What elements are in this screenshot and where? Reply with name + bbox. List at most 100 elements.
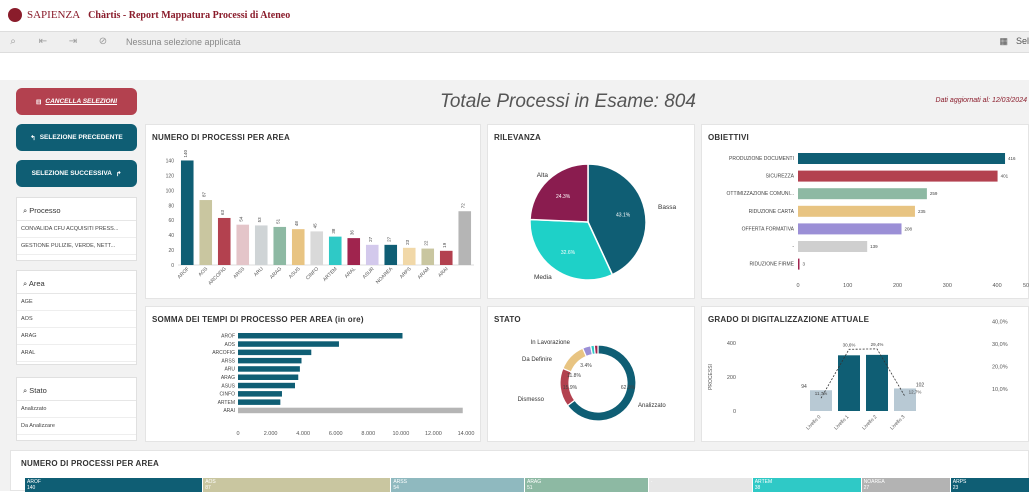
rilevanza-pie-chart[interactable]: 43.1% Bassa 32.6% Media 24.3% Alta bbox=[488, 125, 696, 300]
data-label: 27 bbox=[368, 236, 373, 242]
panel-title: GRADO DI DIGITALIZZAZIONE ATTUALE bbox=[708, 315, 870, 324]
stato-donut-chart[interactable]: Analizzato 62.9% Dismesso 15.9% Da Definire 1… bbox=[488, 307, 696, 443]
search-icon: ⌕ bbox=[23, 279, 28, 288]
treemap-cell[interactable]: ARSS 54 bbox=[391, 478, 525, 492]
filter-stato[interactable]: ⌕ Stato Analizzato Da Analizzare bbox=[16, 377, 137, 441]
x-tick-label: 300 bbox=[943, 283, 952, 289]
obiettivi-chart[interactable]: 0 100 200 300 400 50 PRODUZIONE DOCUMENTI 416 SI… bbox=[702, 125, 1029, 300]
x-tick-label: CINFO bbox=[305, 266, 320, 281]
selection-status: Nessuna selezione applicata bbox=[126, 37, 241, 47]
smart-search-icon[interactable]: ⌕ bbox=[6, 35, 20, 49]
x-tick-label: 200 bbox=[893, 283, 902, 289]
panel-treemap[interactable]: NUMERO DI PROCESSI PER AREA AROF 140 AOS 87… bbox=[10, 450, 1029, 492]
y-tick-label: ARAI bbox=[223, 408, 235, 414]
tempi-chart[interactable]: 0 2.000 4.000 6.000 8.000 10.000 12.000 14.000 A… bbox=[146, 307, 482, 443]
list-item[interactable]: AOS bbox=[17, 311, 136, 328]
previous-selection-button[interactable]: ↰ SELEZIONE PRECEDENTE bbox=[16, 124, 137, 151]
y-axis-label: PROCESSI bbox=[708, 364, 714, 390]
list-item[interactable]: Da Analizzare bbox=[17, 418, 136, 435]
slice-name-label: Dismesso bbox=[518, 397, 545, 403]
filter-area[interactable]: ⌕ Area AGE AOS ARAG ARAL bbox=[16, 270, 137, 365]
list-item[interactable]: CONVALIDA CFU ACQUISITI PRESS... bbox=[17, 221, 136, 238]
step-forward-icon[interactable]: ⇥ bbox=[66, 35, 80, 49]
x-tick-label: AROF bbox=[177, 266, 191, 280]
x-tick-label: 400 bbox=[992, 283, 1001, 289]
y-tick-label: SICUREZZA bbox=[766, 174, 795, 180]
list-item[interactable]: ARAL bbox=[17, 345, 136, 362]
bar bbox=[199, 200, 213, 265]
x-tick-label: NOAREA bbox=[375, 266, 395, 286]
treemap-cell[interactable]: ARPS 23 bbox=[950, 478, 1029, 492]
treemap-cell[interactable]: AROF 140 bbox=[25, 478, 204, 492]
selections-tool-button[interactable]: ▦ Sel bbox=[999, 36, 1029, 47]
clear-selections-button[interactable]: ⊟ CANCELLA SELEZIONI bbox=[16, 88, 137, 115]
y2-tick-label: 10,0% bbox=[992, 387, 1008, 393]
data-label: 63 bbox=[220, 209, 225, 215]
treemap-value: 38 bbox=[754, 485, 761, 491]
filter-processo-header[interactable]: ⌕ Processo bbox=[17, 198, 136, 221]
donut-slice bbox=[593, 344, 599, 355]
y-tick-label: 100 bbox=[166, 188, 175, 194]
data-label: 72 bbox=[461, 203, 466, 209]
sapienza-logo-icon bbox=[8, 8, 22, 22]
filter-processo[interactable]: ⌕ Processo CONVALIDA CFU ACQUISITI PRESS… bbox=[16, 197, 137, 261]
x-tick-label: 0 bbox=[236, 431, 239, 437]
bar bbox=[238, 374, 299, 380]
back-arrow-icon: ↰ bbox=[30, 134, 36, 142]
bar bbox=[238, 333, 403, 339]
percent-label: 11,7% bbox=[815, 391, 827, 396]
slice-percent-label: 43.1% bbox=[616, 212, 631, 218]
y-tick-label: 80 bbox=[168, 203, 174, 209]
percent-label: 12,7% bbox=[909, 389, 922, 394]
clear-selections-icon[interactable]: ⊘ bbox=[96, 35, 110, 49]
treemap-cell[interactable]: - bbox=[648, 478, 753, 492]
processi-area-chart[interactable]: 0 20 40 60 80 100 120 140 140 AROF 87 AOS 63 ARCOFIG 5… bbox=[146, 125, 482, 300]
x-tick-label: Livello 2 bbox=[861, 414, 878, 431]
bar bbox=[421, 248, 435, 265]
list-item[interactable]: GESTIONE PULIZIE, VERDE, NETT... bbox=[17, 238, 136, 255]
y-tick-label: OFFERTA FORMATIVA bbox=[742, 226, 795, 232]
bar bbox=[798, 205, 915, 217]
slice-percent-label: 15.9% bbox=[563, 385, 578, 391]
panel-tempi[interactable]: SOMMA DEI TEMPI DI PROCESSO PER AREA (in… bbox=[145, 306, 481, 442]
bar bbox=[273, 226, 287, 265]
treemap-cell[interactable]: ARAG 51 bbox=[524, 478, 649, 492]
panel-rilevanza[interactable]: RILEVANZA 43.1% Bassa 32.6% Media 24.3% Alta bbox=[487, 124, 695, 299]
x-tick-label: ARSS bbox=[232, 266, 246, 280]
treemap-value: 51 bbox=[526, 485, 533, 491]
panel-obiettivi[interactable]: OBIETTIVI 0 100 200 300 400 50 PRODUZIONE DOCU… bbox=[701, 124, 1029, 299]
y-tick-label: ARU bbox=[224, 367, 235, 373]
panel-title: RILEVANZA bbox=[494, 133, 541, 142]
y-tick-label: ARAG bbox=[221, 375, 235, 381]
digitalizzazione-chart[interactable]: 0 200 400 10,0% 20,0% 30,0% 40,0% PROCESSI Livel… bbox=[702, 307, 1029, 443]
x-tick-label: ARAG bbox=[269, 266, 283, 280]
y-tick-label: OTTIMIZZAZIONE COMUNI... bbox=[727, 191, 795, 197]
x-tick-label: ARCOFIG bbox=[207, 266, 227, 286]
panel-title: STATO bbox=[494, 315, 521, 324]
list-item[interactable]: AGE bbox=[17, 294, 136, 311]
list-item[interactable]: Analizzato bbox=[17, 401, 136, 418]
filter-area-header[interactable]: ⌕ Area bbox=[17, 271, 136, 294]
step-back-icon[interactable]: ⇤ bbox=[36, 35, 50, 49]
panel-stato[interactable]: STATO Analizzato 62.9% Dismesso 15.9% Da Def… bbox=[487, 306, 695, 442]
bar bbox=[798, 241, 868, 252]
treemap-value: 54 bbox=[393, 485, 399, 491]
treemap-cell[interactable]: AOS 87 bbox=[203, 478, 392, 492]
list-item[interactable]: ARAG bbox=[17, 328, 136, 345]
y-tick-label: ARSS bbox=[221, 358, 235, 364]
search-icon: ⌕ bbox=[23, 206, 28, 215]
x-tick-label: Livello 3 bbox=[889, 414, 906, 431]
brand-name: SAPIENZA bbox=[27, 9, 81, 21]
y2-tick-label: 30,0% bbox=[992, 342, 1008, 348]
slice-percent-label: 62.9% bbox=[621, 385, 636, 391]
treemap-chart[interactable]: AROF 140 AOS 87 ARSS 54 ARAG 51- ARTEM 38 NOAREA 27… bbox=[25, 478, 1029, 492]
panel-digitalizzazione[interactable]: GRADO DI DIGITALIZZAZIONE ATTUALE 0 200 40… bbox=[701, 306, 1029, 442]
filter-stato-header[interactable]: ⌕ Stato bbox=[17, 378, 136, 401]
next-selection-button[interactable]: SELEZIONE SUCCESSIVA ↱ bbox=[16, 160, 137, 187]
data-label: 19 bbox=[442, 242, 447, 248]
treemap-cell[interactable]: ARTEM 38 bbox=[752, 478, 862, 492]
y-tick-label: RIDUZIONE FIRME bbox=[750, 262, 795, 268]
data-label: 22 bbox=[424, 240, 429, 246]
treemap-cell[interactable]: NOAREA 27 bbox=[861, 478, 951, 492]
panel-processi-area[interactable]: NUMERO DI PROCESSI PER AREA 0 20 40 60 80 100… bbox=[145, 124, 481, 299]
